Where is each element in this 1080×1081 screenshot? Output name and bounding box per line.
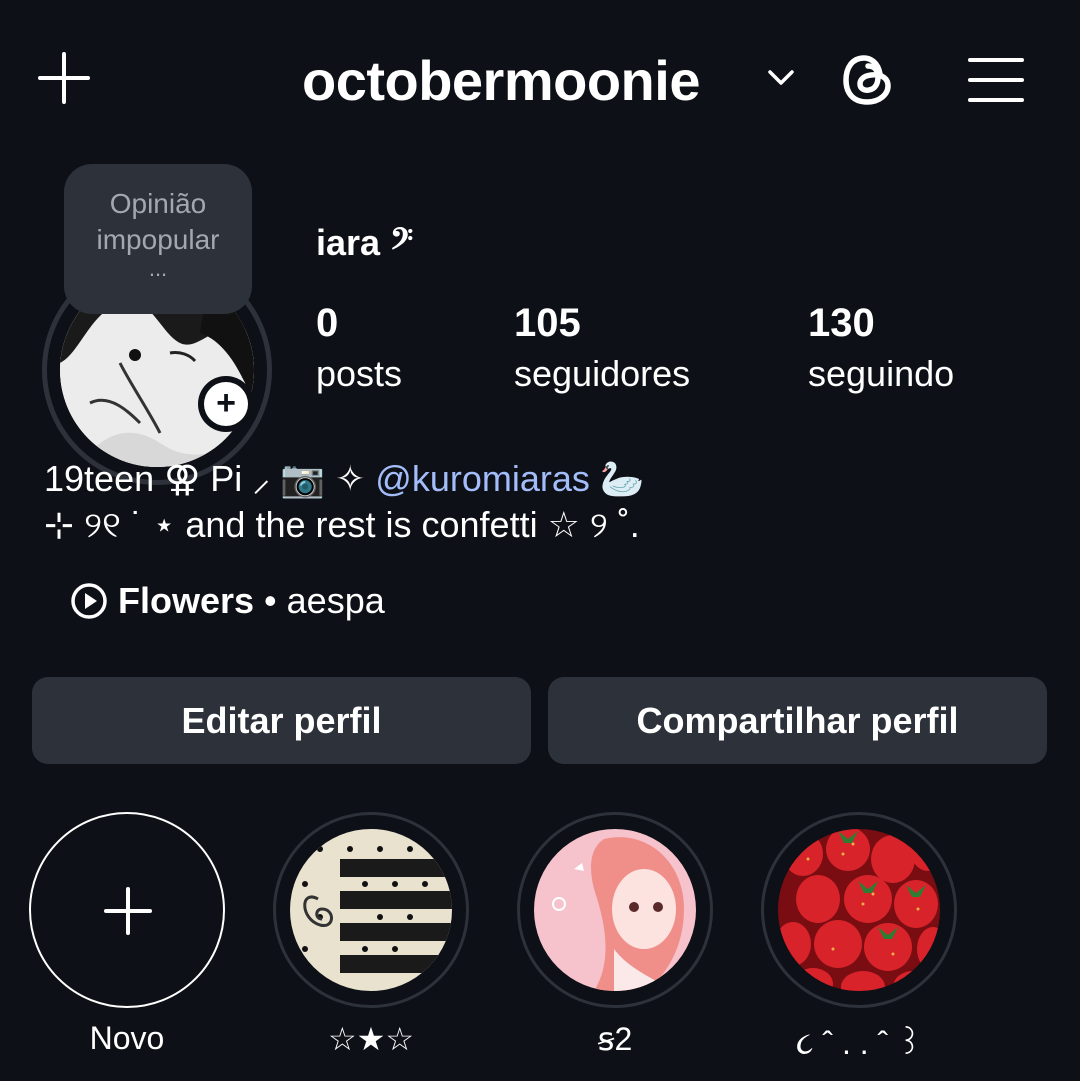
stat-posts-label: posts [316, 353, 403, 394]
stat-following-label: seguindo [808, 353, 955, 394]
create-plus-icon[interactable] [36, 52, 92, 108]
stat-posts-count: 0 [316, 301, 339, 345]
hamburger-menu-icon[interactable] [968, 56, 1024, 104]
highlight-cover-pink-art [534, 829, 696, 991]
profile-bio: 19teen ⚢ Pi ⸝ 📷 ✧ @kuromiaras 🦢 ⊹ ୨୧ ˙ ⋆… [44, 456, 645, 548]
highlight-label: Novo [89, 1020, 165, 1056]
highlight-item[interactable]: ૮ ˆ . . ˆ ꒱ [761, 812, 957, 1063]
bio-line2: ⊹ ୨୧ ˙ ⋆ and the rest is confetti ☆ ୨ ˚. [44, 504, 640, 545]
highlight-item[interactable]: ☆★☆ [273, 812, 469, 1058]
display-name: iara 𝄢 [316, 222, 414, 263]
stat-followers[interactable]: 105 seguidores [514, 300, 690, 402]
note-text-line2: impopular [96, 224, 220, 255]
highlight-item[interactable]: ꞩ2 [517, 812, 713, 1058]
add-highlight-plus-icon [29, 812, 225, 1008]
highlight-cover-piano [290, 829, 452, 991]
stat-followers-count: 105 [514, 301, 581, 345]
stat-followers-label: seguidores [514, 353, 691, 394]
share-profile-button[interactable]: Compartilhar perfil [548, 677, 1047, 764]
stat-posts[interactable]: 0 posts [316, 300, 402, 402]
stat-following-count: 130 [808, 301, 875, 345]
highlight-label: ꞩ2 [597, 1021, 633, 1057]
stat-following[interactable]: 130 seguindo [808, 300, 954, 402]
note-ellipsis: ... [148, 256, 168, 281]
play-circle-icon [71, 583, 107, 619]
music-song-title: Flowers [118, 580, 255, 621]
highlight-new[interactable]: Novo [29, 812, 225, 1057]
bio-line1-prefix: 19teen ⚢ Pi ⸝ 📷 ✧ [44, 458, 376, 499]
profile-music[interactable]: Flowers • aespa [70, 580, 385, 622]
music-artist: aespa [286, 580, 385, 621]
highlight-label: ૮ ˆ . . ˆ ꒱ [795, 1025, 923, 1061]
note-text-line1: Opinião [109, 188, 207, 219]
bio-mention-link[interactable]: @kuromiaras [375, 458, 590, 499]
music-separator: • [264, 580, 277, 621]
bio-line1-suffix: 🦢 [589, 458, 645, 499]
threads-icon[interactable] [840, 50, 896, 110]
add-story-button[interactable]: + [198, 376, 254, 432]
profile-note-bubble[interactable]: Opinião impopular ... [64, 164, 252, 314]
edit-profile-button[interactable]: Editar perfil [32, 677, 531, 764]
plus-icon: + [204, 382, 248, 426]
highlight-cover-strawberries [778, 829, 940, 991]
highlight-label: ☆★☆ [327, 1021, 415, 1057]
chevron-down-icon[interactable] [766, 66, 796, 90]
username-title[interactable]: octobermoonie [302, 48, 700, 113]
